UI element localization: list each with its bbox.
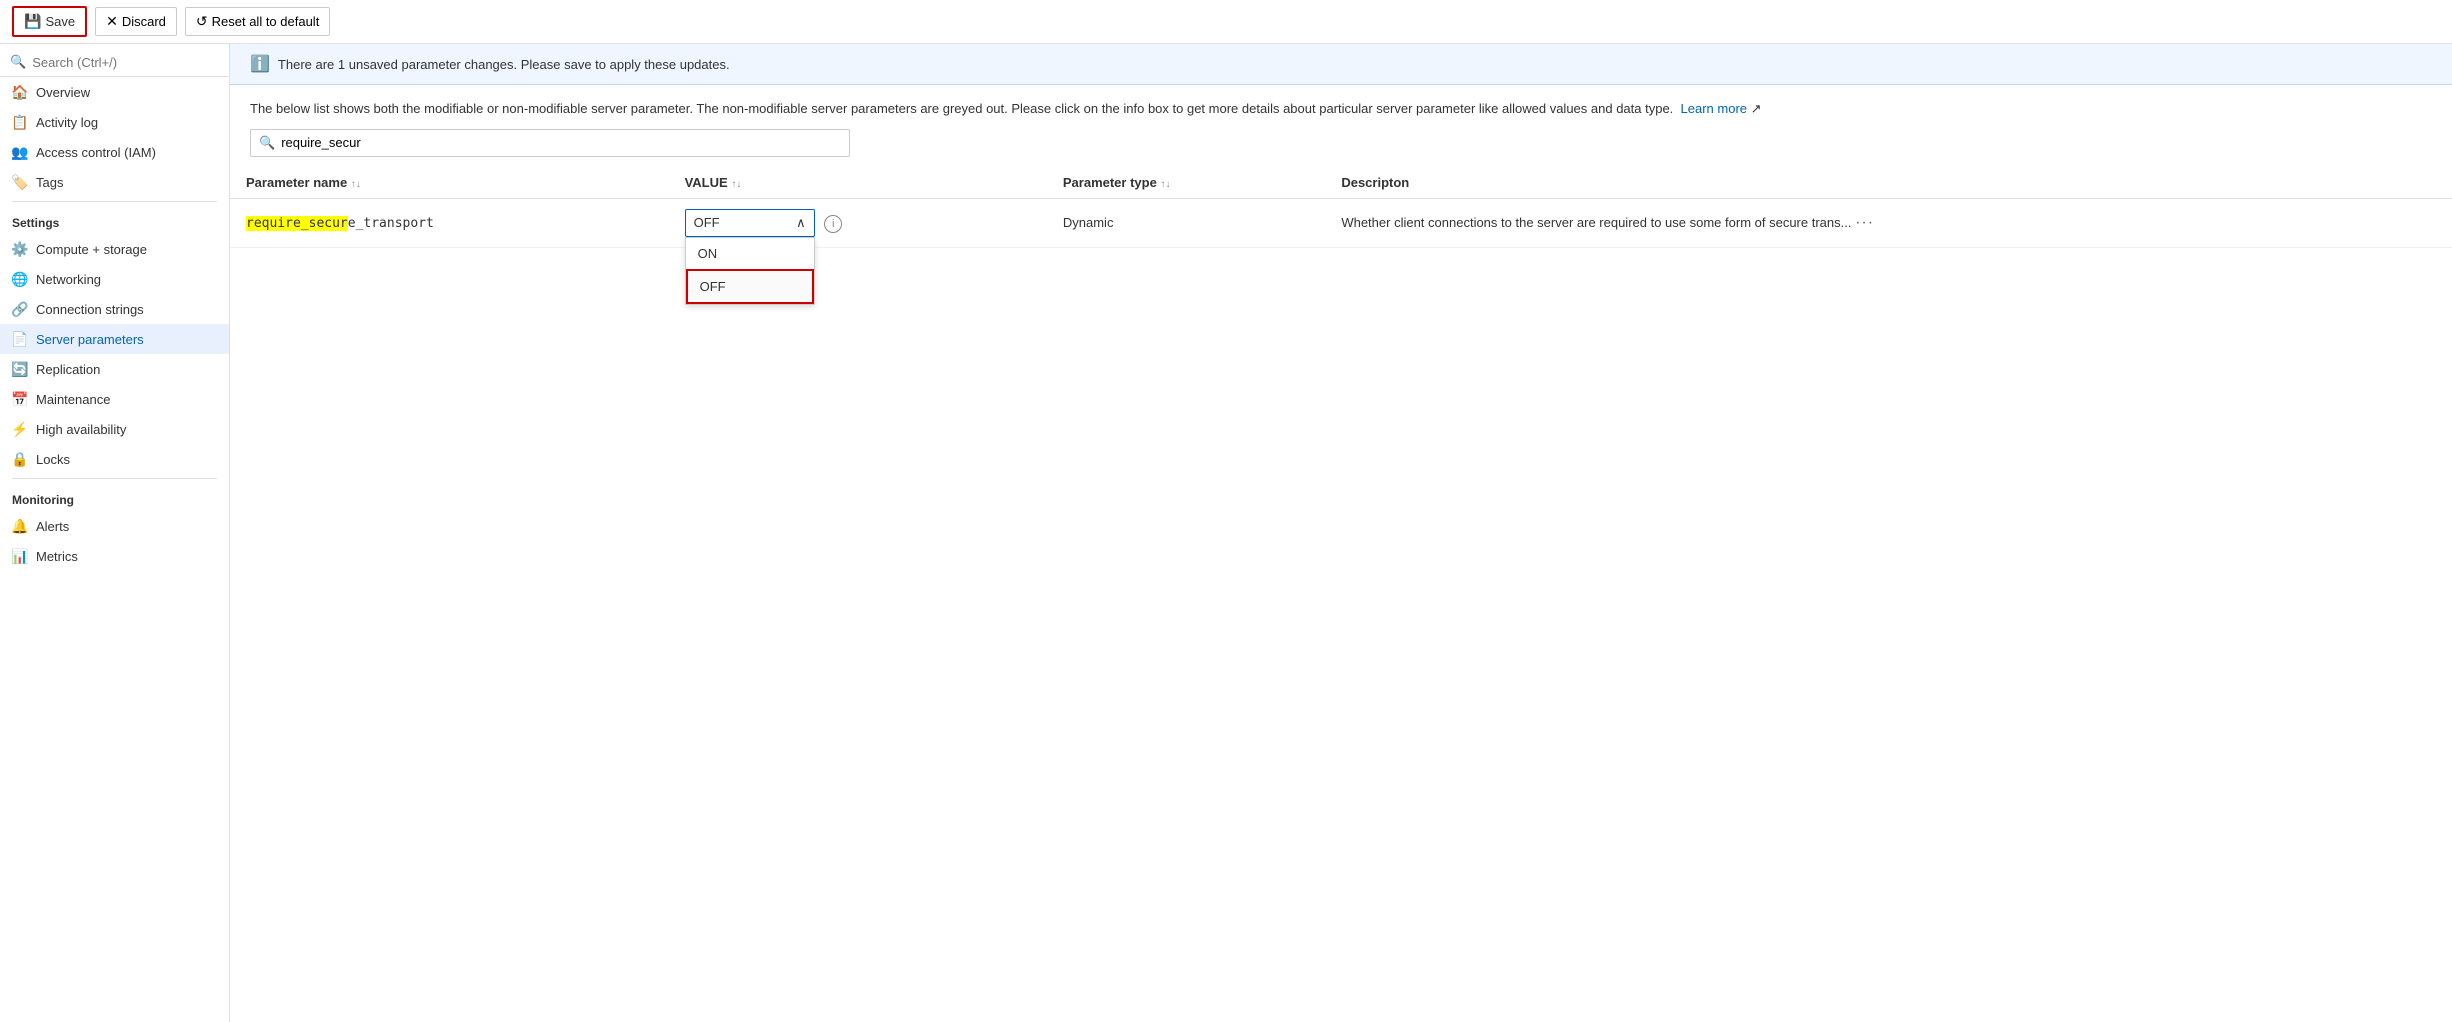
sidebar-item-server-parameters[interactable]: 📄 Server parameters xyxy=(0,324,229,354)
cell-description: Whether client connections to the server… xyxy=(1325,198,2452,247)
value-dropdown-container: OFF ∧ ON OFF xyxy=(685,209,815,237)
value-dropdown-trigger[interactable]: OFF ∧ xyxy=(685,209,815,237)
sidebar-item-locks[interactable]: 🔒 Locks xyxy=(0,444,229,474)
sort-icon-value[interactable]: ↑↓ xyxy=(731,179,741,190)
metrics-icon: 📊 xyxy=(12,548,28,564)
sidebar-search-container[interactable]: 🔍 xyxy=(0,48,229,77)
discard-label: Discard xyxy=(122,14,166,29)
reset-label: Reset all to default xyxy=(212,14,320,29)
sidebar-item-replication[interactable]: 🔄 Replication xyxy=(0,354,229,384)
save-label: Save xyxy=(45,14,75,29)
sidebar-item-connection-strings[interactable]: 🔗 Connection strings xyxy=(0,294,229,324)
networking-icon: 🌐 xyxy=(12,271,28,287)
sidebar-item-overview[interactable]: 🏠 Overview xyxy=(0,77,229,107)
parameter-table: Parameter name ↑↓ VALUE ↑↓ Parameter typ… xyxy=(230,167,2452,248)
info-banner-text: There are 1 unsaved parameter changes. P… xyxy=(278,57,730,72)
sidebar-item-metrics[interactable]: 📊 Metrics xyxy=(0,541,229,571)
parameter-search-input[interactable] xyxy=(281,135,841,150)
cell-param-type: Dynamic xyxy=(1047,198,1325,247)
activity-log-icon: 📋 xyxy=(12,114,28,130)
sidebar-item-label: Access control (IAM) xyxy=(36,145,156,160)
search-input[interactable] xyxy=(32,55,219,70)
discard-button[interactable]: ✕ Discard xyxy=(95,7,177,36)
more-options-button[interactable]: ··· xyxy=(1855,214,1874,231)
sidebar-item-label: Activity log xyxy=(36,115,98,130)
learn-more-link[interactable]: Learn more xyxy=(1681,101,1747,116)
param-name-rest: e_transport xyxy=(348,216,434,231)
sidebar-item-label: Networking xyxy=(36,272,101,287)
sidebar-item-label: Compute + storage xyxy=(36,242,147,257)
reset-button[interactable]: ↺ Reset all to default xyxy=(185,7,330,36)
server-parameters-icon: 📄 xyxy=(12,331,28,347)
main-layout: 🔍 🏠 Overview 📋 Activity log 👥 Access con… xyxy=(0,44,2452,1022)
description-content: The below list shows both the modifiable… xyxy=(250,101,1673,116)
sidebar-item-compute-storage[interactable]: ⚙️ Compute + storage xyxy=(0,234,229,264)
sidebar-item-tags[interactable]: 🏷️ Tags xyxy=(0,167,229,197)
description-value: Whether client connections to the server… xyxy=(1341,215,1851,230)
settings-section-label: Settings xyxy=(0,206,229,234)
description-text: The below list shows both the modifiable… xyxy=(230,85,2452,129)
content-area: ℹ️ There are 1 unsaved parameter changes… xyxy=(230,44,2452,1022)
sidebar-item-high-availability[interactable]: ⚡ High availability xyxy=(0,414,229,444)
replication-icon: 🔄 xyxy=(12,361,28,377)
param-search-icon: 🔍 xyxy=(259,135,275,151)
dropdown-current-value: OFF xyxy=(694,215,720,230)
sidebar-item-alerts[interactable]: 🔔 Alerts xyxy=(0,511,229,541)
parameter-search-container[interactable]: 🔍 xyxy=(250,129,850,157)
sidebar-item-access-control[interactable]: 👥 Access control (IAM) xyxy=(0,137,229,167)
table-header-row: Parameter name ↑↓ VALUE ↑↓ Parameter typ… xyxy=(230,167,2452,199)
sidebar-item-networking[interactable]: 🌐 Networking xyxy=(0,264,229,294)
cell-value: OFF ∧ ON OFF xyxy=(669,198,1047,247)
save-button[interactable]: 💾 Save xyxy=(12,6,87,37)
param-name-highlight: require_secur xyxy=(246,216,348,231)
high-availability-icon: ⚡ xyxy=(12,421,28,437)
value-dropdown-menu: ON OFF xyxy=(685,237,815,305)
sidebar-item-label: Locks xyxy=(36,452,70,467)
sidebar-item-label: Metrics xyxy=(36,549,78,564)
dropdown-option-on[interactable]: ON xyxy=(686,238,814,269)
locks-icon: 🔒 xyxy=(12,451,28,467)
compute-storage-icon: ⚙️ xyxy=(12,241,28,257)
sidebar-item-label: Overview xyxy=(36,85,90,100)
sidebar-item-label: Tags xyxy=(36,175,63,190)
sidebar-item-label: Maintenance xyxy=(36,392,110,407)
sidebar-item-activity-log[interactable]: 📋 Activity log xyxy=(0,107,229,137)
col-param-name: Parameter name ↑↓ xyxy=(230,167,669,199)
param-type-value: Dynamic xyxy=(1063,215,1114,230)
sort-icon-param-type[interactable]: ↑↓ xyxy=(1160,179,1170,190)
cell-param-name: require_secure_transport xyxy=(230,198,669,247)
info-banner-icon: ℹ️ xyxy=(250,54,270,74)
sidebar: 🔍 🏠 Overview 📋 Activity log 👥 Access con… xyxy=(0,44,230,1022)
sidebar-divider-2 xyxy=(12,478,217,479)
sidebar-item-label: Server parameters xyxy=(36,332,144,347)
col-param-type: Parameter type ↑↓ xyxy=(1047,167,1325,199)
info-banner: ℹ️ There are 1 unsaved parameter changes… xyxy=(230,44,2452,85)
table-row: require_secure_transport OFF ∧ ON xyxy=(230,198,2452,247)
sidebar-item-label: Connection strings xyxy=(36,302,144,317)
save-icon: 💾 xyxy=(24,13,41,30)
col-description: Descripton xyxy=(1325,167,2452,199)
sidebar-item-maintenance[interactable]: 📅 Maintenance xyxy=(0,384,229,414)
tags-icon: 🏷️ xyxy=(12,174,28,190)
alerts-icon: 🔔 xyxy=(12,518,28,534)
sort-icon-param-name[interactable]: ↑↓ xyxy=(351,179,361,190)
sidebar-item-label: Alerts xyxy=(36,519,69,534)
value-info-button[interactable]: i xyxy=(824,215,842,233)
toolbar: 💾 Save ✕ Discard ↺ Reset all to default xyxy=(0,0,2452,44)
discard-icon: ✕ xyxy=(106,13,118,30)
overview-icon: 🏠 xyxy=(12,84,28,100)
reset-icon: ↺ xyxy=(196,13,208,30)
col-value: VALUE ↑↓ xyxy=(669,167,1047,199)
monitoring-section-label: Monitoring xyxy=(0,483,229,511)
access-control-icon: 👥 xyxy=(12,144,28,160)
dropdown-chevron-icon: ∧ xyxy=(796,215,806,231)
dropdown-option-off[interactable]: OFF xyxy=(686,269,814,304)
connection-strings-icon: 🔗 xyxy=(12,301,28,317)
search-icon: 🔍 xyxy=(10,54,26,70)
maintenance-icon: 📅 xyxy=(12,391,28,407)
sidebar-item-label: Replication xyxy=(36,362,100,377)
sidebar-divider-1 xyxy=(12,201,217,202)
sidebar-item-label: High availability xyxy=(36,422,126,437)
